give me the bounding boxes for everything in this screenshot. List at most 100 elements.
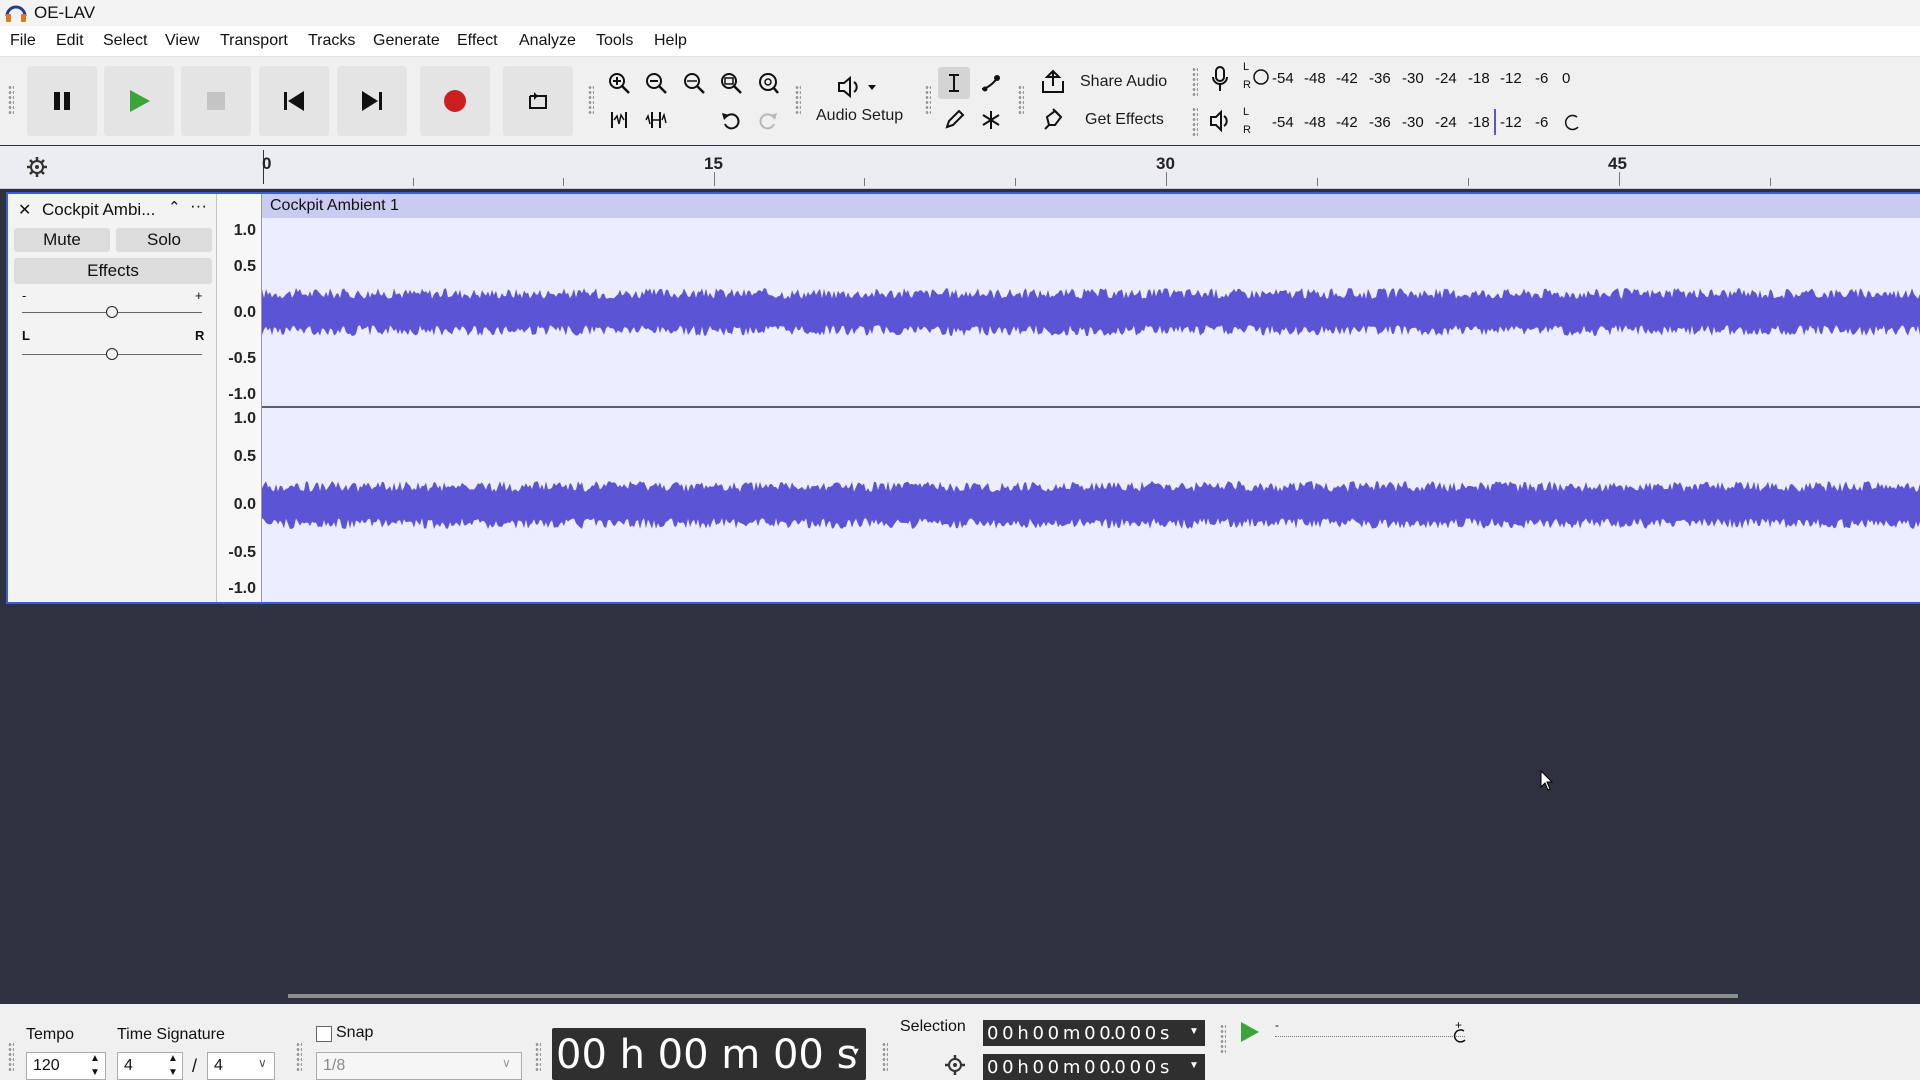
mute-button[interactable]: Mute — [14, 228, 110, 252]
stop-button[interactable] — [181, 66, 251, 136]
undo-button[interactable] — [715, 104, 747, 136]
trim-audio-button[interactable] — [603, 104, 635, 136]
toolbar-grip[interactable] — [1192, 67, 1198, 97]
loop-button[interactable] — [503, 66, 573, 136]
menu-help[interactable]: Help — [654, 32, 687, 50]
toolbar-grip[interactable] — [588, 85, 594, 115]
pause-button[interactable] — [27, 66, 97, 136]
toolbar-grip[interactable] — [1220, 1024, 1226, 1054]
gain-minus-label: - — [22, 288, 27, 303]
selection-tool-button[interactable] — [938, 67, 970, 99]
share-audio-button[interactable]: Share Audio — [1035, 65, 1180, 99]
audio-setup-button[interactable]: Audio Setup — [808, 69, 908, 141]
selection-settings-gear-icon[interactable] — [944, 1054, 966, 1076]
gear-icon[interactable] — [26, 156, 48, 178]
speaker-meter-icon[interactable] — [1208, 109, 1232, 133]
menu-bar: File Edit Select View Transport Tracks G… — [0, 26, 1920, 57]
horizontal-scrollbar[interactable] — [288, 994, 1738, 998]
fit-project-button[interactable] — [715, 67, 747, 99]
record-meter[interactable]: -54 -48 -42 -36 -30 -24 -18 -12 -6 0 — [1272, 63, 1572, 95]
skip-to-start-button[interactable] — [259, 66, 329, 136]
zoom-in-button[interactable] — [603, 67, 635, 99]
toolbar-grip[interactable] — [8, 85, 14, 115]
selection-start-field[interactable]: 0 0 h 0 0 m 0 0.0 0 0 s ▼ — [983, 1020, 1205, 1046]
toolbar-grip[interactable] — [795, 85, 801, 115]
timeline-tick-label: 45 — [1608, 154, 1627, 173]
toolbar-grip[interactable] — [882, 1042, 888, 1072]
pan-left-label: L — [22, 328, 30, 343]
toolbar-grip[interactable] — [925, 85, 931, 115]
track-control-panel[interactable]: ✕ Cockpit Ambi... ⌃ ··· Mute Solo Effect… — [8, 194, 217, 602]
menu-generate[interactable]: Generate — [373, 32, 440, 50]
record-meter-tick: -18 — [1468, 70, 1490, 87]
silence-audio-button[interactable] — [640, 104, 672, 136]
menu-file[interactable]: File — [10, 32, 36, 50]
chevron-down-icon[interactable]: ∨ — [502, 1056, 511, 1070]
toolbar-grip[interactable] — [296, 1042, 302, 1072]
time-display-dropdown-icon[interactable]: ▼ — [850, 1046, 861, 1058]
play-at-speed-icon[interactable] — [1237, 1020, 1261, 1044]
pan-slider[interactable] — [22, 348, 202, 360]
numerator-stepper-icon[interactable]: ▲ ▼ — [168, 1052, 178, 1080]
redo-button[interactable] — [752, 104, 784, 136]
zoom-toggle-button[interactable] — [752, 67, 784, 99]
play-button[interactable] — [104, 66, 174, 136]
track-menu-icon[interactable]: ··· — [190, 196, 207, 216]
time-display[interactable]: 00 h 00 m 00 s ▼ — [552, 1028, 866, 1080]
menu-transport[interactable]: Transport — [220, 32, 288, 50]
menu-select[interactable]: Select — [103, 32, 147, 50]
solo-button[interactable]: Solo — [116, 228, 212, 252]
envelope-tool-button[interactable] — [975, 67, 1007, 99]
microphone-icon[interactable] — [1210, 65, 1230, 93]
selection-start-dropdown-icon[interactable]: ▼ — [1189, 1026, 1199, 1037]
tempo-stepper-icon[interactable]: ▲ ▼ — [90, 1052, 100, 1080]
selection-start-value: 0 0 h 0 0 m 0 0.0 0 0 s — [987, 1023, 1169, 1044]
menu-tracks[interactable]: Tracks — [308, 32, 355, 50]
title-bar: OE-LAV — [0, 0, 1920, 26]
speed-slider-thumb-icon[interactable] — [1451, 1028, 1469, 1046]
chevron-down-icon[interactable]: ∨ — [258, 1056, 267, 1070]
audio-clip[interactable] — [262, 194, 1920, 602]
playback-level-marker — [1494, 109, 1496, 135]
record-meter-knob-icon[interactable] — [1251, 67, 1271, 87]
menu-edit[interactable]: Edit — [56, 32, 84, 50]
snap-checkbox[interactable] — [316, 1026, 332, 1042]
get-effects-button[interactable]: Get Effects — [1035, 103, 1180, 137]
multi-tool-button[interactable] — [975, 104, 1007, 136]
collapse-track-icon[interactable]: ⌃ — [168, 198, 181, 216]
timeline-major-tick — [714, 172, 715, 186]
toolbar-grip[interactable] — [1192, 107, 1198, 137]
waveform[interactable] — [262, 194, 1920, 602]
fit-selection-button[interactable] — [678, 67, 710, 99]
timeline-minor-tick — [1770, 178, 1771, 186]
play-speed-slider[interactable]: - + — [1275, 1018, 1475, 1048]
gain-slider[interactable] — [22, 306, 202, 318]
timeline-major-tick — [1619, 172, 1620, 186]
playback-meter-knob-icon[interactable] — [1562, 113, 1582, 133]
skip-to-end-button[interactable] — [337, 66, 407, 136]
close-track-icon[interactable]: ✕ — [18, 200, 31, 220]
record-button[interactable] — [420, 66, 490, 136]
toolbar-grip[interactable] — [1018, 85, 1024, 115]
track-name[interactable]: Cockpit Ambi... — [42, 200, 155, 220]
zoom-out-button[interactable] — [640, 67, 672, 99]
menu-analyze[interactable]: Analyze — [519, 32, 576, 50]
effects-button[interactable]: Effects — [14, 258, 212, 284]
pan-slider-thumb[interactable] — [106, 348, 118, 360]
clip-header[interactable]: Cockpit Ambient 1 — [262, 194, 1920, 218]
selection-end-field[interactable]: 0 0 h 0 0 m 0 0.0 0 0 s ▼ — [983, 1054, 1205, 1080]
menu-tools[interactable]: Tools — [596, 32, 633, 50]
toolbar-grip[interactable] — [535, 1042, 541, 1072]
gain-slider-thumb[interactable] — [106, 306, 118, 318]
amplitude-label: -0.5 — [228, 544, 256, 561]
timeline-ruler[interactable]: 0 15 30 45 — [0, 146, 1920, 189]
snap-select[interactable]: 1/8 — [316, 1052, 522, 1080]
draw-tool-button[interactable] — [938, 104, 970, 136]
record-meter-tick: -24 — [1435, 70, 1457, 87]
selection-end-dropdown-icon[interactable]: ▼ — [1189, 1060, 1199, 1071]
record-meter-right-label: R — [1243, 79, 1251, 91]
menu-effect[interactable]: Effect — [457, 32, 498, 50]
playback-meter[interactable]: -54 -48 -42 -36 -30 -24 -18 -12 -6 — [1272, 107, 1582, 139]
menu-view[interactable]: View — [165, 32, 199, 50]
toolbar-grip[interactable] — [8, 1042, 14, 1072]
